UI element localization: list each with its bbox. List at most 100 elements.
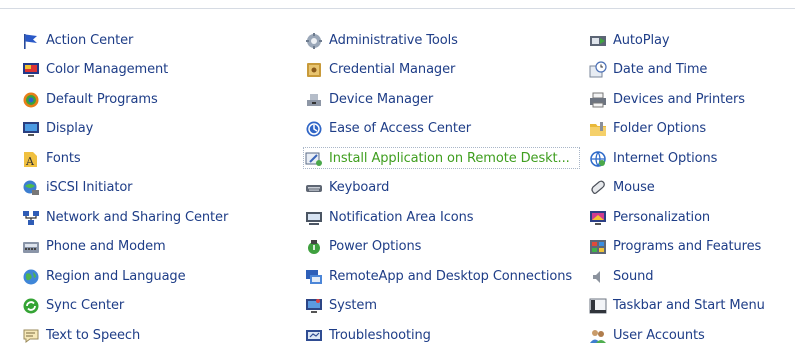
item-network-sharing[interactable]: Network and Sharing Center xyxy=(22,203,228,233)
folder-icon xyxy=(589,120,607,138)
item-label: AutoPlay xyxy=(613,32,670,48)
printer-icon xyxy=(589,91,607,109)
device-manager-icon xyxy=(305,91,323,109)
troubleshooting-icon xyxy=(305,327,323,344)
item-label: Troubleshooting xyxy=(329,327,431,343)
item-label: Display xyxy=(46,121,94,137)
item-label: Administrative Tools xyxy=(329,32,458,48)
item-system[interactable]: System xyxy=(305,292,572,322)
phone-modem-icon xyxy=(22,238,40,256)
default-programs-icon xyxy=(22,91,40,109)
globe-icon xyxy=(22,268,40,286)
clock-icon xyxy=(589,61,607,79)
item-label: Internet Options xyxy=(613,150,718,166)
power-icon xyxy=(305,238,323,256)
item-label: RemoteApp and Desktop Connections xyxy=(329,268,573,284)
users-icon xyxy=(589,327,607,344)
remoteapp-icon xyxy=(305,268,323,286)
item-mouse[interactable]: Mouse xyxy=(589,174,765,204)
monitor-color-icon xyxy=(22,61,40,79)
item-user-accounts[interactable]: User Accounts xyxy=(589,321,765,344)
taskbar-icon xyxy=(589,297,607,315)
install-app-icon xyxy=(305,150,323,168)
item-label: Install Application on Remote Deskt... xyxy=(329,150,570,166)
item-action-center[interactable]: Action Center xyxy=(22,26,228,56)
item-label: System xyxy=(329,298,377,314)
column-1: Action Center Color Management Default P… xyxy=(22,26,228,344)
item-internet-options[interactable]: Internet Options xyxy=(589,144,765,174)
item-folder-options[interactable]: Folder Options xyxy=(589,115,765,145)
item-color-management[interactable]: Color Management xyxy=(22,56,228,86)
item-label: Folder Options xyxy=(613,121,707,137)
flag-icon xyxy=(22,32,40,50)
iscsi-icon xyxy=(22,179,40,197)
item-label: Text to Speech xyxy=(46,327,141,343)
item-default-programs[interactable]: Default Programs xyxy=(22,85,228,115)
admin-tools-icon xyxy=(305,32,323,50)
column-3: AutoPlay Date and Time Devices and Print… xyxy=(589,26,765,344)
item-devices-and-printers[interactable]: Devices and Printers xyxy=(589,85,765,115)
display-icon xyxy=(22,120,40,138)
item-label: Taskbar and Start Menu xyxy=(613,298,765,314)
item-label: Devices and Printers xyxy=(613,91,745,107)
item-device-manager[interactable]: Device Manager xyxy=(305,85,572,115)
item-label: Sync Center xyxy=(46,298,125,314)
item-keyboard[interactable]: Keyboard xyxy=(305,174,572,204)
item-label: Default Programs xyxy=(46,91,158,107)
item-power-options[interactable]: Power Options xyxy=(305,233,572,263)
item-label: Fonts xyxy=(46,150,81,166)
item-ease-of-access[interactable]: Ease of Access Center xyxy=(305,115,572,145)
item-sound[interactable]: Sound xyxy=(589,262,765,292)
column-2: Administrative Tools Credential Manager … xyxy=(302,26,581,344)
sync-icon xyxy=(22,297,40,315)
item-credential-manager[interactable]: Credential Manager xyxy=(305,56,572,86)
item-notification-area-icons[interactable]: Notification Area Icons xyxy=(305,203,572,233)
item-label: Network and Sharing Center xyxy=(46,209,229,225)
item-label: Programs and Features xyxy=(613,239,762,255)
speech-icon xyxy=(22,327,40,344)
control-panel-all-items: Action Center Color Management Default P… xyxy=(0,0,795,344)
item-administrative-tools[interactable]: Administrative Tools xyxy=(305,26,572,56)
item-troubleshooting[interactable]: Troubleshooting xyxy=(305,321,572,344)
item-install-application-remote-desktop[interactable]: Install Application on Remote Deskt... xyxy=(302,144,581,174)
item-fonts[interactable]: A Fonts xyxy=(22,144,228,174)
item-label: User Accounts xyxy=(613,327,705,343)
item-label: iSCSI Initiator xyxy=(46,180,133,196)
autoplay-icon xyxy=(589,32,607,50)
svg-text:A: A xyxy=(25,155,35,168)
system-icon xyxy=(305,297,323,315)
item-region-language[interactable]: Region and Language xyxy=(22,262,228,292)
item-label: Date and Time xyxy=(613,62,708,78)
item-display[interactable]: Display xyxy=(22,115,228,145)
item-personalization[interactable]: Personalization xyxy=(589,203,765,233)
item-label: Ease of Access Center xyxy=(329,121,472,137)
item-label: Mouse xyxy=(613,180,655,196)
mouse-icon xyxy=(589,179,607,197)
item-sync-center[interactable]: Sync Center xyxy=(22,292,228,322)
item-date-and-time[interactable]: Date and Time xyxy=(589,56,765,86)
item-iscsi-initiator[interactable]: iSCSI Initiator xyxy=(22,174,228,204)
item-remoteapp-desktop-connections[interactable]: RemoteApp and Desktop Connections xyxy=(305,262,572,292)
item-label: Region and Language xyxy=(46,268,186,284)
internet-icon xyxy=(589,150,607,168)
keyboard-icon xyxy=(305,179,323,197)
fonts-icon: A xyxy=(22,150,40,168)
item-label: Notification Area Icons xyxy=(329,209,474,225)
item-label: Keyboard xyxy=(329,180,390,196)
personalization-icon xyxy=(589,209,607,227)
ease-of-access-icon xyxy=(305,120,323,138)
item-programs-and-features[interactable]: Programs and Features xyxy=(589,233,765,263)
item-label: Device Manager xyxy=(329,91,434,107)
item-label: Sound xyxy=(613,268,654,284)
item-label: Power Options xyxy=(329,239,422,255)
credential-icon xyxy=(305,61,323,79)
divider xyxy=(0,8,795,9)
notification-icon xyxy=(305,209,323,227)
item-label: Credential Manager xyxy=(329,62,456,78)
item-taskbar-start-menu[interactable]: Taskbar and Start Menu xyxy=(589,292,765,322)
item-label: Personalization xyxy=(613,209,711,225)
item-label: Action Center xyxy=(46,32,134,48)
item-text-to-speech[interactable]: Text to Speech xyxy=(22,321,228,344)
item-autoplay[interactable]: AutoPlay xyxy=(589,26,765,56)
item-phone-modem[interactable]: Phone and Modem xyxy=(22,233,228,263)
